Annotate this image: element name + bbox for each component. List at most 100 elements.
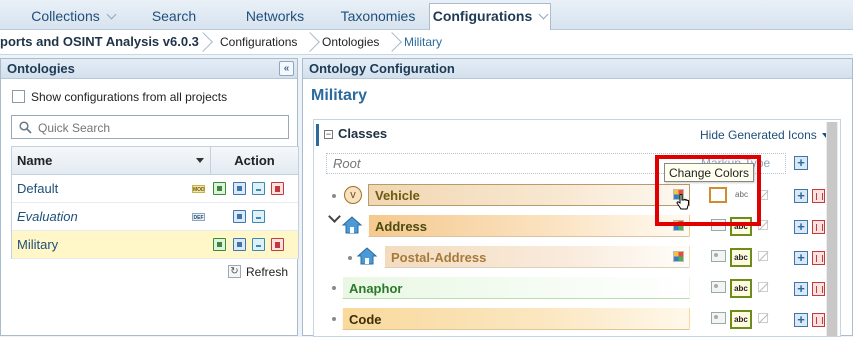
scrollbar-thumb[interactable] [827,122,837,336]
vertical-scrollbar[interactable] [826,122,838,336]
panel-title: Ontology Configuration [309,61,455,76]
delete-class-button[interactable] [812,251,825,265]
change-colors-icon[interactable] [673,251,684,262]
tab-taxonomies[interactable]: Taxonomies [330,3,426,30]
show-all-projects-checkbox[interactable] [12,90,25,103]
no-markup-icon[interactable] [758,251,768,261]
tab-configurations-label: Configurations [432,8,533,24]
text-markup-icon[interactable]: abc [730,279,752,298]
ontology-configuration-panel: Ontology Configuration Military − Classe… [302,58,853,337]
expand-chevron-icon[interactable] [328,210,341,223]
copy-icon[interactable] [233,210,246,223]
quick-search-box[interactable] [11,115,289,139]
def-badge-icon: DEF [192,213,205,221]
refresh-icon[interactable]: ↻ [228,265,241,278]
tree-bullet-icon [332,317,336,321]
delete-class-button[interactable] [812,282,825,296]
tab-search[interactable]: Search [140,3,208,30]
table-row-selected[interactable]: Military [12,231,298,259]
tab-taxonomies-label: Taxonomies [340,8,416,24]
tab-collections[interactable]: Collections [10,3,136,30]
image-markup-icon[interactable] [711,312,726,324]
download-icon[interactable] [252,182,265,195]
breadcrumb-configurations[interactable]: Configurations [220,30,297,55]
hide-generated-icons-menu[interactable]: Hide Generated Icons [700,128,830,142]
class-name: Postal-Address [391,250,487,265]
quick-search-input[interactable] [38,118,278,138]
tab-search-label: Search [151,8,197,24]
postal-address-class-icon [357,247,377,265]
tab-networks-label: Networks [245,8,305,24]
delete-class-button[interactable] [812,313,825,327]
image-markup-icon[interactable] [711,250,726,262]
vehicle-class-icon: v [344,186,362,204]
row-name: Default [17,181,59,196]
ontologies-panel: Ontologies « Show configurations from al… [0,58,299,336]
ontology-title: Military [311,87,368,104]
tab-configurations[interactable]: Configurations [429,3,551,31]
refresh-link[interactable]: Refresh [246,265,288,279]
table-row[interactable]: Default MOD [12,175,298,203]
text-markup-icon[interactable]: abc [730,248,752,267]
collapse-panel-icon[interactable]: « [279,61,294,76]
edit-icon[interactable] [213,182,226,195]
show-all-projects-label: Show configurations from all projects [31,90,228,104]
tab-collections-label: Collections [31,8,100,24]
ontology-configuration-header: Ontology Configuration [303,59,852,79]
add-root-class-button[interactable]: + [794,156,808,170]
breadcrumb-project[interactable]: ports and OSINT Analysis v6.0.3 [0,30,199,55]
chevron-down-icon[interactable] [538,9,549,20]
classes-section-title: Classes [338,126,388,141]
no-markup-icon[interactable] [758,282,768,292]
hand-cursor-icon [676,194,689,210]
tree-bullet-icon [348,256,352,260]
class-name: Anaphor [349,281,403,296]
delete-icon[interactable] [271,238,284,251]
panel-title: Ontologies [7,61,75,76]
chevron-down-icon[interactable] [106,9,117,20]
address-class-icon [342,216,362,234]
breadcrumb-separator-icon [196,32,210,53]
copy-icon[interactable] [233,238,246,251]
collapse-section-icon[interactable]: − [324,130,333,139]
hide-generated-label: Hide Generated Icons [700,128,817,142]
download-icon[interactable] [252,210,265,223]
delete-class-button[interactable] [812,189,825,203]
class-code[interactable]: Code [342,308,690,330]
breadcrumb-separator-icon [385,32,399,53]
class-postal-address[interactable]: Postal-Address [384,246,690,268]
breadcrumb-ontologies[interactable]: Ontologies [322,30,379,55]
class-anaphor[interactable]: Anaphor [342,277,690,299]
row-name: Evaluation [17,209,78,224]
edit-icon[interactable] [213,238,226,251]
no-markup-icon[interactable] [758,313,768,323]
add-subclass-button[interactable]: + [794,251,808,265]
tree-bullet-icon [332,194,336,198]
class-vehicle[interactable]: Vehicle [368,184,690,206]
delete-class-button[interactable] [812,220,825,234]
copy-icon[interactable] [233,182,246,195]
ontologies-table: Name Action Default MOD Evaluation DEF M… [11,146,299,259]
action-column-header: Action [210,147,298,175]
delete-icon[interactable] [271,182,284,195]
add-subclass-button[interactable]: + [794,189,808,203]
mod-badge-icon: MOD [192,185,205,193]
name-column-header[interactable]: Name [12,147,210,175]
image-markup-icon[interactable] [711,281,726,293]
highlight-annotation-box [655,155,761,226]
breadcrumb: ports and OSINT Analysis v6.0.3 Configur… [0,30,853,55]
sort-arrow-icon [196,158,204,163]
name-column-label: Name [17,153,53,168]
action-column-label: Action [234,153,275,168]
download-icon[interactable] [252,238,265,251]
ontologies-panel-header: Ontologies « [1,59,297,79]
class-name: Address [375,219,428,234]
table-row[interactable]: Evaluation DEF [12,203,298,231]
add-subclass-button[interactable]: + [794,282,808,296]
add-subclass-button[interactable]: + [794,220,808,234]
classes-section: − Classes Hide Generated Icons Root Mark… [313,119,841,337]
class-address[interactable]: Address [368,215,690,237]
add-subclass-button[interactable]: + [794,313,808,327]
tab-networks[interactable]: Networks [232,3,318,30]
text-markup-icon[interactable]: abc [730,310,752,329]
